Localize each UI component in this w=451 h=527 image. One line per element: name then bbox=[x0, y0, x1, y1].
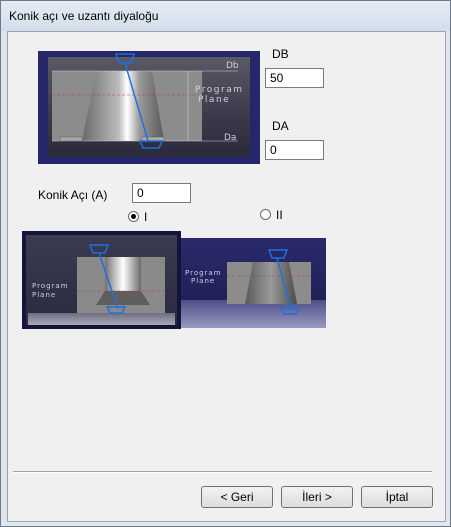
radio-option-ii[interactable] bbox=[260, 209, 271, 220]
button-separator bbox=[13, 471, 432, 473]
radio-option-ii-label: II bbox=[276, 208, 283, 222]
db-label: DB bbox=[272, 47, 289, 61]
plane-text-1: Program bbox=[195, 85, 243, 95]
da-input[interactable] bbox=[265, 140, 324, 160]
konik-label: Konik Açı (A) bbox=[38, 188, 108, 202]
taper-hole bbox=[82, 71, 164, 141]
dialog-window: Konik açı ve uzantı diyaloğu Db Program … bbox=[0, 0, 451, 527]
option-i-plane-text-1: Program bbox=[32, 282, 69, 290]
radio-option-i-label: I bbox=[144, 210, 148, 224]
db-diagram-text: Db bbox=[226, 61, 239, 71]
option-ii-plane-text-1: Program bbox=[185, 269, 222, 277]
option-i-plane-text-2: Plane bbox=[32, 291, 56, 299]
back-button[interactable]: < Geri bbox=[201, 486, 273, 508]
next-button[interactable]: İleri > bbox=[281, 486, 353, 508]
option-ii-diagram[interactable]: Program Plane bbox=[181, 238, 326, 328]
db-input[interactable] bbox=[265, 68, 324, 88]
radio-option-i[interactable] bbox=[128, 211, 139, 222]
option-i-diagram[interactable]: Program Plane bbox=[22, 231, 181, 329]
da-diagram-text: Da bbox=[224, 133, 236, 143]
window-title: Konik açı ve uzantı diyaloğu bbox=[9, 9, 159, 23]
cancel-button[interactable]: İptal bbox=[361, 486, 433, 508]
option-ii-plane-text-2: Plane bbox=[191, 277, 215, 285]
da-label: DA bbox=[272, 119, 289, 133]
plane-text-2: Plane bbox=[198, 95, 230, 105]
title-bar[interactable]: Konik açı ve uzantı diyaloğu bbox=[1, 1, 450, 31]
main-taper-diagram: Db Program Plane Da bbox=[38, 51, 260, 164]
konik-input[interactable] bbox=[132, 183, 191, 203]
